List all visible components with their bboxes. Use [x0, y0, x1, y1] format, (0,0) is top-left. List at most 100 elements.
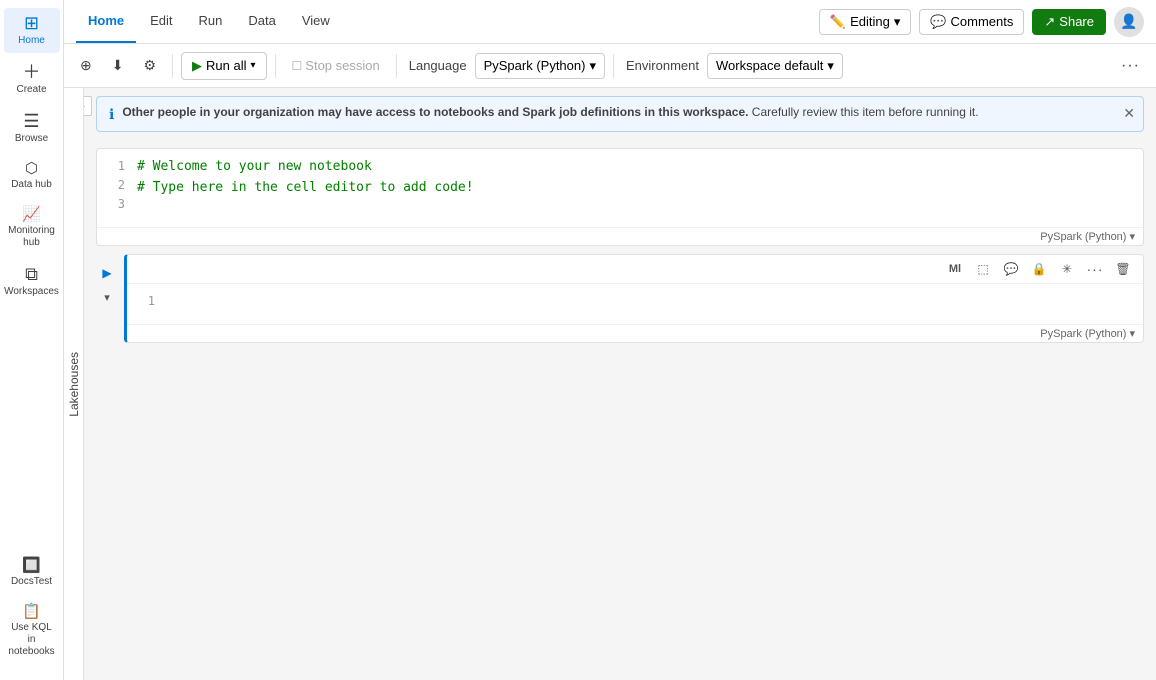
add-cell-button[interactable]: ⊕ — [72, 53, 100, 78]
chevron-down-small-icon: ▾ — [104, 291, 110, 304]
cell-expand-button[interactable]: ▾ — [96, 286, 118, 308]
cell-1-gutter: 1 2 3 — [97, 157, 137, 219]
banner-close-button[interactable]: ✕ — [1123, 105, 1135, 122]
cell-lang-chevron-icon: ▾ — [1129, 230, 1135, 243]
sidebar-item-datahub[interactable]: ⬡ Data hub — [4, 155, 60, 197]
avatar[interactable]: 👤 — [1114, 7, 1144, 37]
lakehouses-panel[interactable]: Lakehouses — [64, 88, 84, 680]
environment-selector[interactable]: Workspace default ▾ — [707, 53, 843, 79]
separator-2 — [275, 54, 276, 78]
lang-chevron-icon: ▾ — [589, 58, 596, 74]
share-icon: ↗ — [1044, 14, 1055, 30]
chevron-left-icon: » — [84, 101, 85, 112]
collapse-sidebar-button[interactable]: » — [84, 96, 92, 116]
cell-2: Ml ⬚ 💬 🔒 ✳ — [124, 254, 1144, 343]
sidebar-item-browse[interactable]: ☰ Browse — [4, 106, 60, 151]
sidebar-item-workspaces[interactable]: ⧉ Workspaces — [4, 259, 60, 304]
ml-icon: Ml — [949, 263, 961, 275]
info-icon: ℹ — [109, 106, 114, 123]
format-icon: ⬚ — [977, 262, 988, 276]
separator-1 — [172, 54, 173, 78]
sidebar-item-monitoring[interactable]: 📈 Monitoring hub — [4, 201, 60, 255]
save-icon: ⬇ — [112, 57, 124, 74]
home-icon: ⊞ — [24, 14, 39, 32]
cell-1-line-1: # Welcome to your new notebook — [137, 157, 1143, 178]
more-icon: ··· — [1121, 57, 1140, 75]
tab-run[interactable]: Run — [187, 0, 235, 43]
sidebar-item-docstest[interactable]: 🔲 DocsTest — [4, 552, 60, 594]
editing-button[interactable]: ✏️ Editing ▾ — [819, 9, 911, 35]
cell-2-footer: PySpark (Python) ▾ — [127, 324, 1143, 342]
cell-2-lang-chevron-icon: ▾ — [1129, 327, 1135, 340]
tab-view[interactable]: View — [290, 0, 342, 43]
lock-icon: 🔒 — [1032, 262, 1047, 276]
monitoring-icon: 📈 — [22, 207, 41, 222]
cell-1: 1 2 3 # Welcome to your new notebook # T… — [96, 148, 1144, 246]
gear-icon: ⚙ — [143, 57, 156, 74]
docstest-icon: 🔲 — [22, 558, 41, 573]
cell-spark-button[interactable]: ✳ — [1055, 257, 1079, 281]
pencil-icon: ✏️ — [830, 14, 846, 30]
sidebar: ⊞ Home ＋ Create ☰ Browse ⬡ Data hub 📈 Mo… — [0, 0, 64, 680]
comment-cell-icon: 💬 — [1004, 262, 1019, 276]
notebook-area: » ℹ Other people in your organization ma… — [84, 88, 1156, 680]
top-nav: Home Edit Run Data View ✏️ Editing ▾ 💬 C… — [64, 0, 1156, 44]
cell-2-wrapper: ▶ ▾ Ml ⬚ — [96, 254, 1144, 343]
cell-2-controls: ▶ ▾ — [96, 254, 118, 308]
cell-run-button[interactable]: ▶ — [96, 262, 118, 284]
cell-2-body: 1 — [127, 284, 1143, 324]
run-chevron-icon: ▾ — [251, 60, 256, 71]
separator-3 — [396, 54, 397, 78]
run-all-button[interactable]: ▶ Run all ▾ — [181, 52, 267, 80]
cell-1-language[interactable]: PySpark (Python) ▾ — [1040, 230, 1135, 243]
avatar-icon: 👤 — [1120, 13, 1137, 30]
tab-home[interactable]: Home — [76, 0, 136, 43]
share-button[interactable]: ↗ Share — [1032, 9, 1106, 35]
cells-container: 1 2 3 # Welcome to your new notebook # T… — [84, 140, 1156, 351]
cell-comment-button[interactable]: 💬 — [999, 257, 1023, 281]
info-banner: ℹ Other people in your organization may … — [96, 96, 1144, 132]
cell-1-footer: PySpark (Python) ▾ — [97, 227, 1143, 245]
comments-button[interactable]: 💬 Comments — [919, 9, 1024, 35]
spark-icon: ✳ — [1062, 262, 1072, 276]
cell-lock-button[interactable]: 🔒 — [1027, 257, 1051, 281]
cell-play-icon: ▶ — [102, 266, 111, 280]
sidebar-item-home[interactable]: ⊞ Home — [4, 8, 60, 53]
add-cell-icon: ⊕ — [80, 57, 92, 74]
cell-2-language[interactable]: PySpark (Python) ▾ — [1040, 327, 1135, 340]
cell-delete-button[interactable]: 🗑 — [1111, 257, 1135, 281]
tab-data[interactable]: Data — [236, 0, 287, 43]
comment-icon: 💬 — [930, 14, 946, 30]
language-label: Language — [405, 58, 471, 73]
chevron-down-icon: ▾ — [894, 14, 901, 30]
cell-1-content[interactable]: # Welcome to your new notebook # Type he… — [137, 157, 1143, 219]
cell-1-line-3 — [137, 199, 1143, 220]
sidebar-item-create[interactable]: ＋ Create — [4, 57, 60, 102]
workspaces-icon: ⧉ — [25, 265, 38, 283]
cell-2-line-1 — [167, 292, 1143, 313]
play-icon: ▶ — [192, 58, 202, 74]
cell-more-button[interactable]: ··· — [1083, 257, 1107, 281]
more-options-button[interactable]: ··· — [1113, 53, 1148, 79]
cell-ml-button[interactable]: Ml — [943, 257, 967, 281]
separator-4 — [613, 54, 614, 78]
env-chevron-icon: ▾ — [827, 58, 834, 74]
main-area: Home Edit Run Data View ✏️ Editing ▾ 💬 C… — [64, 0, 1156, 680]
cell-1-line-2: # Type here in the cell editor to add co… — [137, 178, 1143, 199]
tab-edit[interactable]: Edit — [138, 0, 184, 43]
content-area: Lakehouses » ℹ Other people in your orga… — [64, 88, 1156, 680]
sidebar-item-kql[interactable]: 📋 Use KQL in notebooks — [4, 598, 60, 664]
datahub-icon: ⬡ — [25, 161, 38, 176]
kql-icon: 📋 — [22, 604, 41, 619]
toolbar: ⊕ ⬇ ⚙ ▶ Run all ▾ ☐ Stop session Languag… — [64, 44, 1156, 88]
environment-label: Environment — [622, 58, 703, 73]
cell-more-icon: ··· — [1087, 261, 1104, 277]
cell-2-content[interactable] — [167, 292, 1143, 316]
settings-button[interactable]: ⚙ — [135, 53, 164, 78]
cell-2-gutter: 1 — [127, 292, 167, 316]
stop-session-button[interactable]: ☐ Stop session — [284, 54, 388, 77]
cell-format-button[interactable]: ⬚ — [971, 257, 995, 281]
language-selector[interactable]: PySpark (Python) ▾ — [475, 53, 605, 79]
save-button[interactable]: ⬇ — [104, 53, 132, 78]
stop-icon: ☐ — [292, 59, 303, 73]
